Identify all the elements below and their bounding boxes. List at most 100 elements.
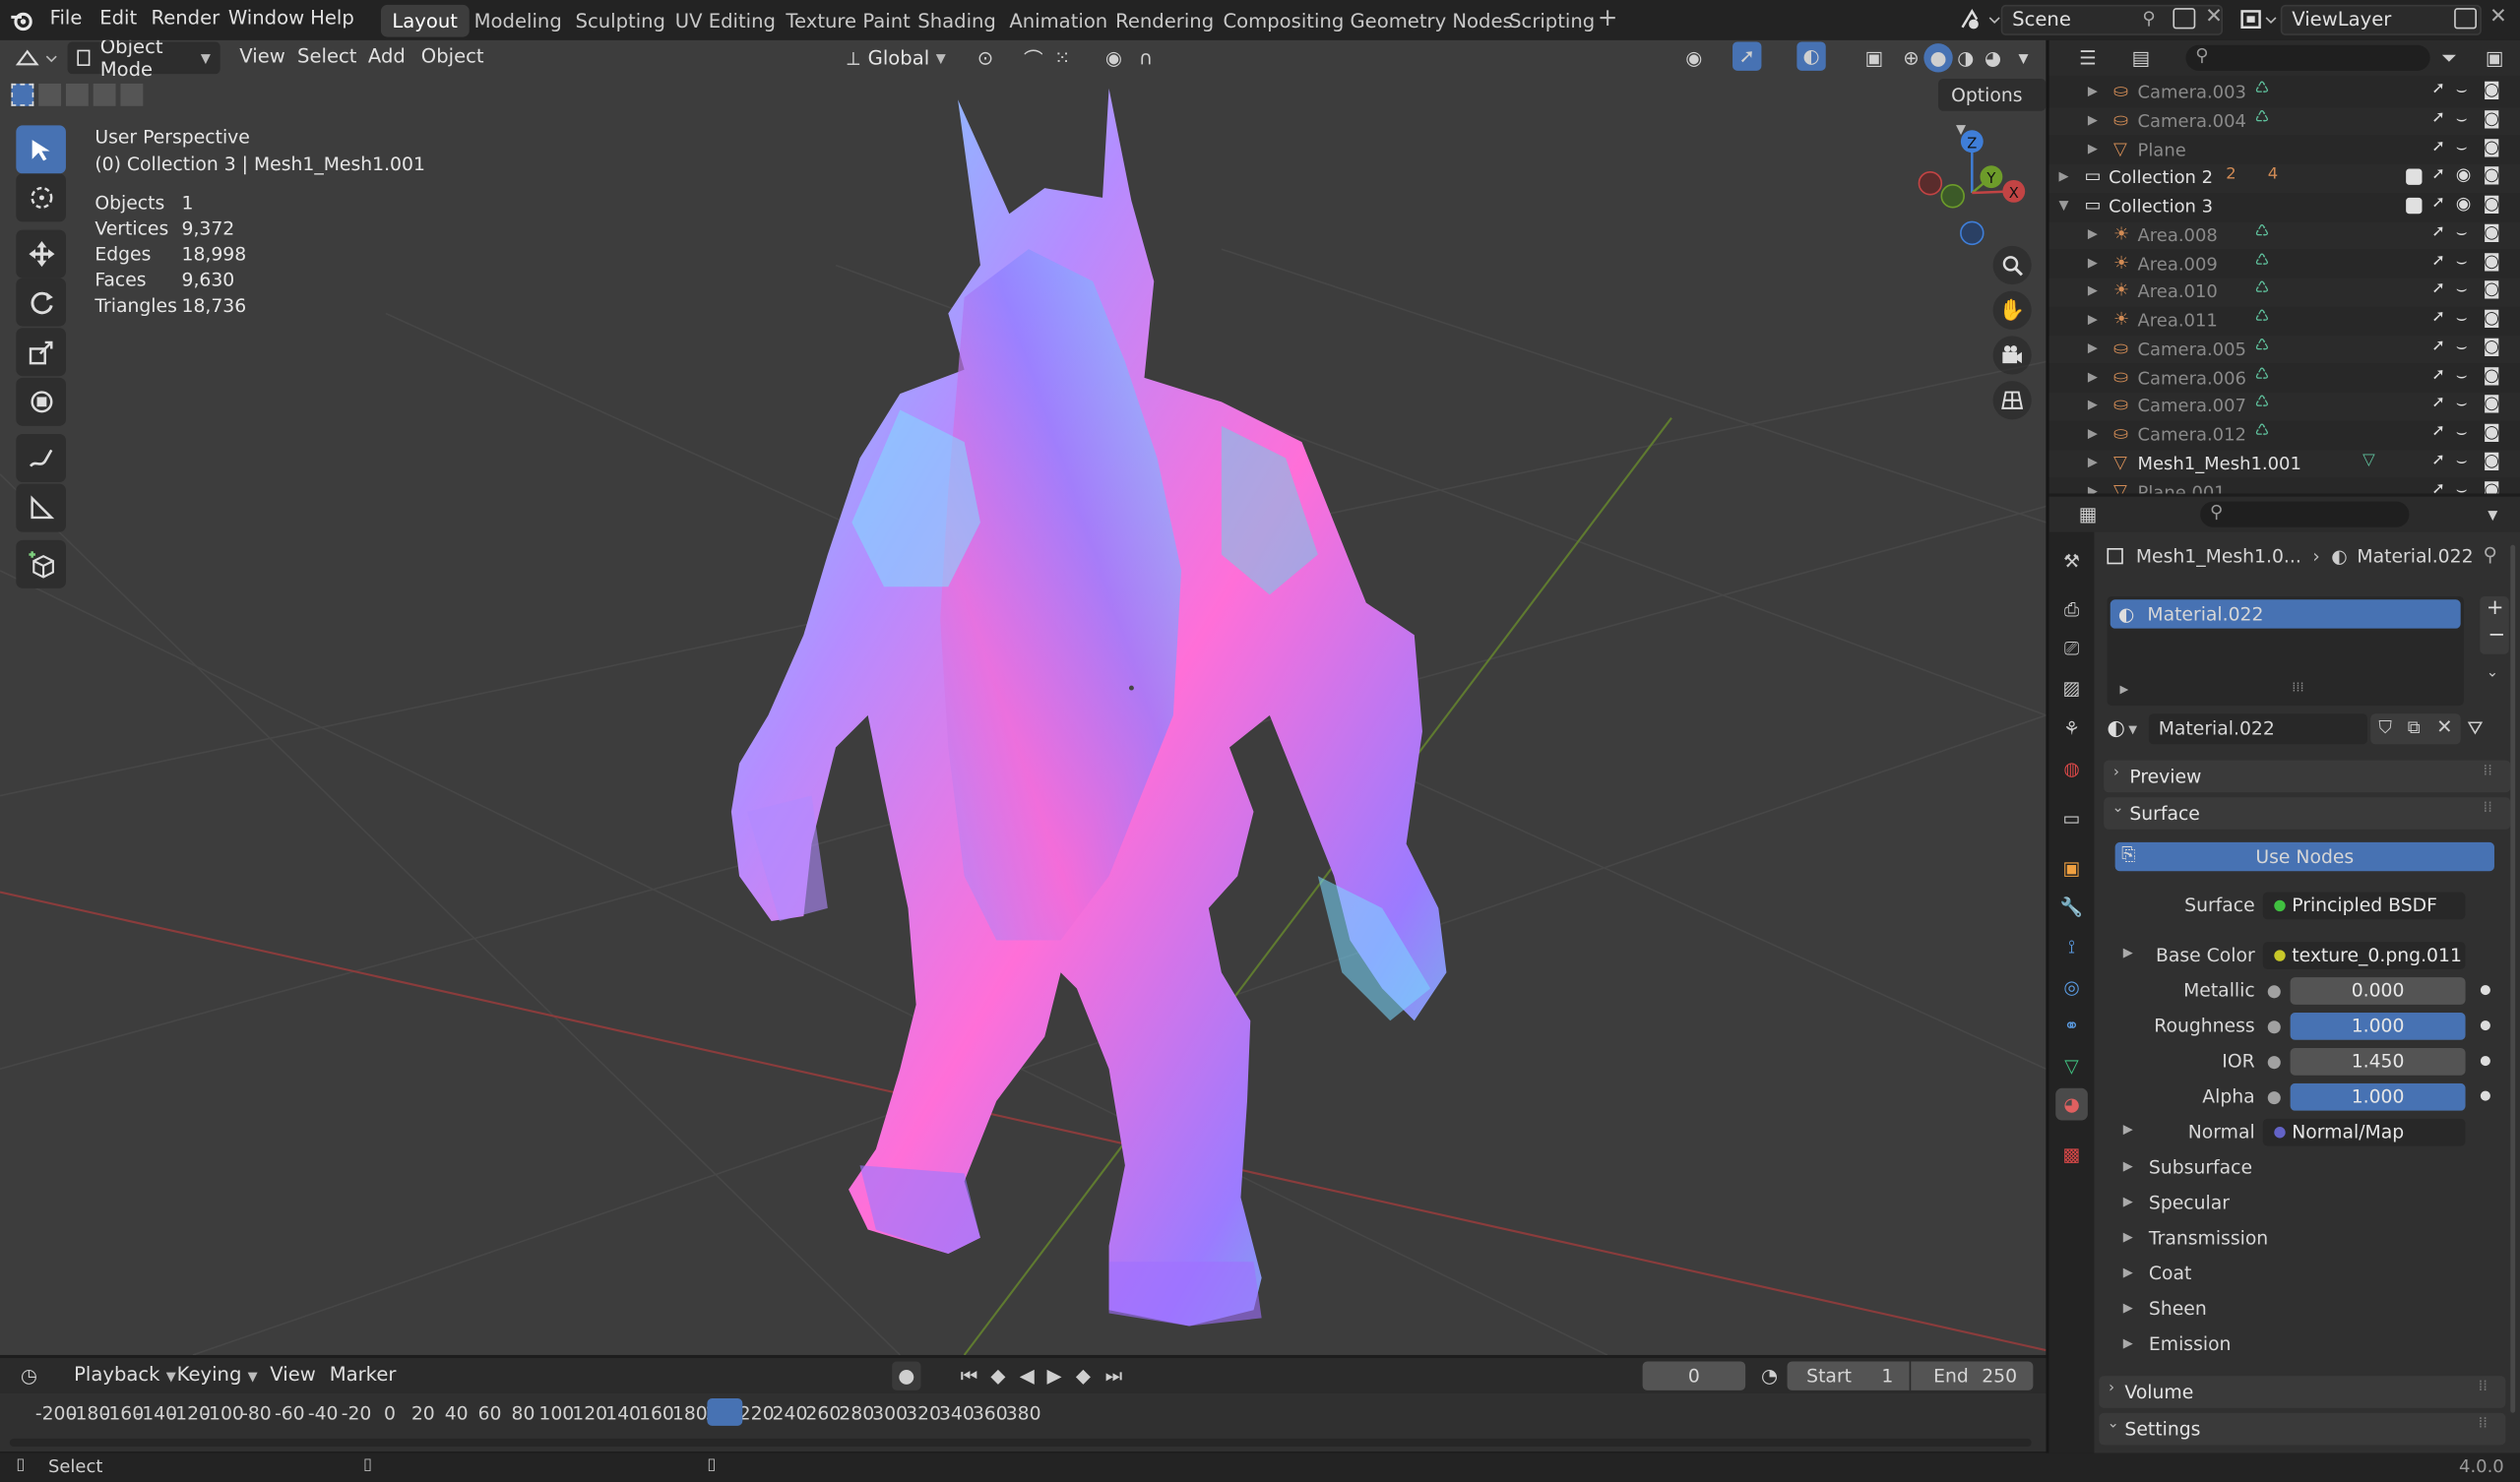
properties-search-input[interactable]: ⚲	[2200, 501, 2410, 527]
move-tool[interactable]	[16, 229, 66, 278]
eye-closed-icon[interactable]: ⌣	[2456, 336, 2468, 358]
selectable-icon[interactable]: ➚	[2431, 166, 2445, 184]
jump-start-icon[interactable]: ⏮	[955, 1361, 983, 1389]
outliner-row[interactable]: ▶ ⛀ Camera.004 ♺ ➚ ⌣ ◙	[2048, 107, 2520, 136]
outliner-row[interactable]: ▶ ▭ Collection 2 2 4 ➚ ◉ ◙	[2048, 164, 2520, 193]
expand-icon[interactable]: ▶	[2088, 312, 2098, 327]
selectable-icon[interactable]: ➚	[2431, 423, 2445, 441]
outliner-row[interactable]: ▶ ☀ Area.010 ♺ ➚ ⌣ ◙	[2048, 278, 2520, 307]
preview-range-icon[interactable]: ◔	[1755, 1361, 1784, 1389]
options-dropdown[interactable]: Options ▼	[1938, 79, 2047, 137]
output-tab-icon[interactable]: ⎚	[2055, 632, 2088, 664]
auto-keying-icon[interactable]: ●	[892, 1361, 921, 1390]
outliner-row[interactable]: ▶ ▽ Mesh1_Mesh1.001 ▽ ➚ ⌣ ◙	[2048, 449, 2520, 478]
menu-render[interactable]: Render	[151, 7, 220, 30]
timeline-editor-icon[interactable]: ◷	[15, 1361, 43, 1389]
outliner-row[interactable]: ▶ ☀ Area.009 ♺ ➚ ⌣ ◙	[2049, 250, 2520, 278]
menu-file[interactable]: File	[50, 7, 83, 30]
keyframe-dot-icon[interactable]: ●	[2480, 982, 2490, 997]
wireframe-shading-icon[interactable]: ⊕	[1897, 43, 1925, 72]
drag-handle-icon[interactable]: ⁞⁞	[2479, 1379, 2488, 1394]
editor-type-icon[interactable]	[15, 45, 63, 71]
select-extend-icon[interactable]	[38, 83, 62, 106]
next-keyframe-icon[interactable]: ◆	[1069, 1361, 1098, 1389]
tool-tab-icon[interactable]: ⚒	[2055, 545, 2088, 578]
selectable-icon[interactable]: ➚	[2431, 195, 2445, 213]
tab-texture-paint[interactable]: Texture Paint	[775, 5, 921, 37]
surface-panel-header[interactable]: ⌄ Surface ⁞⁞	[2104, 797, 2511, 830]
outliner-row[interactable]: ▶ ⛀ Camera.007 ♺ ➚ ⌣ ◙	[2048, 392, 2520, 421]
eye-closed-icon[interactable]: ⌣	[2456, 421, 2468, 444]
tab-modeling[interactable]: Modeling	[463, 5, 573, 37]
filter-icon[interactable]: ⏷	[2435, 43, 2464, 72]
menu-view[interactable]: View	[239, 45, 285, 68]
expand-open-icon[interactable]: ▼	[2058, 198, 2068, 213]
tab-animation[interactable]: Animation	[998, 5, 1119, 37]
duplicate-material-icon[interactable]: ⧉	[2408, 716, 2421, 739]
render-camera-icon[interactable]: ◙	[2484, 364, 2500, 385]
subpanel-coat[interactable]: ▶ Coat	[2123, 1262, 2451, 1290]
selectable-icon[interactable]: ➚	[2431, 138, 2445, 155]
outliner-search-input[interactable]: ⚲	[2185, 44, 2430, 71]
add-cube-tool[interactable]	[16, 539, 66, 588]
tab-sculpting[interactable]: Sculpting	[564, 5, 676, 37]
outliner-row[interactable]: ▶ ⛀ Camera.006 ♺ ➚ ⌣ ◙	[2049, 364, 2520, 393]
measure-tool[interactable]	[16, 483, 66, 532]
render-camera-icon[interactable]: ◙	[2484, 478, 2500, 494]
menu-edit[interactable]: Edit	[99, 7, 137, 30]
visibility-icon[interactable]: ◉	[1679, 43, 1708, 72]
unlink-material-icon[interactable]: ✕	[2436, 715, 2452, 738]
input-value-field[interactable]: 1.000	[2290, 1013, 2466, 1040]
blender-logo-icon[interactable]	[10, 8, 33, 32]
subpanel-emission[interactable]: ▶ Emission	[2123, 1332, 2451, 1361]
expand-icon[interactable]: ▶	[2088, 426, 2098, 441]
scale-tool[interactable]	[16, 328, 66, 377]
scene-selector-icon[interactable]	[1959, 7, 2000, 32]
outliner-row[interactable]: ▶ ▽ Plane.001 ➚ ⌣ ◙	[2049, 478, 2520, 494]
tab-scripting[interactable]: Scripting	[1498, 5, 1606, 37]
selectable-icon[interactable]: ➚	[2431, 280, 2445, 298]
socket-icon[interactable]	[2267, 1091, 2281, 1105]
solid-shading-icon[interactable]: ●	[1923, 43, 1953, 73]
render-camera-icon[interactable]: ◙	[2484, 79, 2500, 99]
modifier-tab-icon[interactable]: 🔧	[2055, 891, 2088, 923]
selectable-icon[interactable]: ➚	[2431, 452, 2445, 469]
view-layer-icon[interactable]	[2238, 7, 2280, 32]
eye-closed-icon[interactable]: ⌣	[2456, 364, 2468, 387]
expand-icon[interactable]: ▶	[2088, 226, 2098, 241]
snap-icon[interactable]: ⌒	[1019, 43, 1047, 72]
tab-rendering[interactable]: Rendering	[1104, 5, 1226, 37]
transform-orientation-dropdown[interactable]: ⟂ Global ▼	[847, 41, 959, 74]
render-camera-icon[interactable]: ◙	[2484, 193, 2500, 214]
material-slot-item[interactable]: ◐ Material.022	[2110, 599, 2461, 629]
input-value-field[interactable]: 1.000	[2290, 1082, 2466, 1111]
expand-icon[interactable]: ▶	[2088, 369, 2098, 384]
world-tab-icon[interactable]: ◍	[2055, 752, 2088, 784]
subpanel-sheen[interactable]: ▶ Sheen	[2123, 1297, 2451, 1326]
menu-keying[interactable]: Keying ▼	[177, 1363, 258, 1386]
selectable-icon[interactable]: ➚	[2431, 366, 2445, 384]
camera-view-icon[interactable]	[1992, 336, 2032, 375]
eye-closed-icon[interactable]: ⌣	[2456, 221, 2468, 244]
menu-add[interactable]: Add	[368, 45, 406, 68]
chevron-down-icon[interactable]: ▼	[2479, 500, 2507, 528]
transform-tool[interactable]	[16, 377, 66, 426]
eye-icon[interactable]: ◉	[2456, 164, 2472, 185]
properties-scrollbar[interactable]	[2510, 544, 2516, 1413]
render-camera-icon[interactable]: ◙	[2484, 336, 2500, 356]
snap-target-icon[interactable]: ⁙	[1048, 43, 1077, 72]
menu-view[interactable]: View	[270, 1363, 316, 1386]
selectable-icon[interactable]: ➚	[2431, 338, 2445, 355]
current-frame-field[interactable]: 0	[1642, 1361, 1746, 1390]
select-new-icon[interactable]	[11, 83, 34, 106]
gizmo-toggle-icon[interactable]: ➚	[1732, 41, 1762, 71]
navigation-gizmo[interactable]: Z Y X	[1913, 121, 2033, 250]
socket-icon[interactable]	[2267, 985, 2281, 999]
input-link-field[interactable]: texture_0.png.011	[2262, 942, 2466, 969]
proportional-edit-icon[interactable]: ◉	[1100, 43, 1128, 72]
link-mode-icon[interactable]: ⛛	[2467, 716, 2483, 741]
view-layer-field[interactable]: ViewLayer	[2280, 4, 2482, 35]
menu-playback[interactable]: Playback ▼	[74, 1363, 176, 1386]
subpanel-subsurface[interactable]: ▶ Subsurface	[2123, 1155, 2451, 1184]
eye-closed-icon[interactable]: ⌣	[2456, 478, 2468, 494]
